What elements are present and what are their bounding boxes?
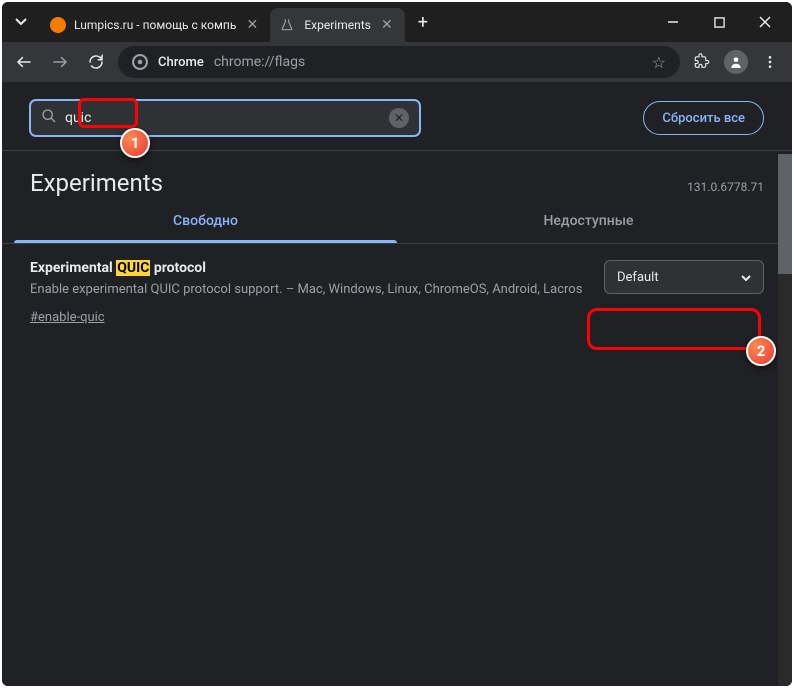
flag-link[interactable]: #enable-quic — [30, 310, 105, 325]
page-title: Experiments — [30, 169, 163, 197]
title-bar: Lumpics.ru - помощь с компь ✕ Experiment… — [2, 2, 792, 42]
maximize-button[interactable] — [696, 2, 742, 42]
address-actions: ☆ — [652, 53, 666, 72]
browser-window: Lumpics.ru - помощь с компь ✕ Experiment… — [2, 2, 792, 686]
scrollbar-thumb[interactable] — [778, 154, 792, 274]
flag-title: Experimental QUIC protocol — [30, 260, 584, 276]
scrollbar[interactable] — [778, 154, 792, 686]
back-button[interactable] — [10, 48, 38, 76]
url-scheme-label: Chrome — [158, 55, 204, 70]
forward-button[interactable] — [46, 48, 74, 76]
extensions-button[interactable] — [688, 48, 716, 76]
chrome-version: 131.0.6778.71 — [687, 180, 764, 194]
profile-button[interactable] — [724, 50, 748, 74]
chevron-down-icon — [741, 271, 751, 284]
browser-toolbar: Chrome chrome://flags ☆ — [2, 42, 792, 82]
annotation-badge-1: 1 — [120, 128, 150, 158]
tab-title: Experiments — [304, 18, 371, 32]
close-tab-icon[interactable]: ✕ — [244, 17, 260, 33]
reset-all-button[interactable]: Сбросить все — [643, 101, 764, 135]
flask-icon — [280, 17, 296, 33]
window-controls — [650, 2, 788, 42]
address-bar[interactable]: Chrome chrome://flags ☆ — [118, 46, 680, 78]
tab-unavailable[interactable]: Недоступные — [397, 199, 780, 243]
clear-search-icon[interactable]: ✕ — [389, 108, 409, 128]
chrome-icon — [132, 54, 148, 70]
tab-search-dropdown[interactable] — [6, 7, 36, 37]
flag-description: Enable experimental QUIC protocol suppor… — [30, 280, 584, 300]
tab-title: Lumpics.ru - помощь с компь — [74, 18, 236, 32]
favicon-icon — [50, 17, 66, 33]
new-tab-button[interactable]: + — [409, 8, 437, 36]
close-window-button[interactable] — [742, 2, 788, 42]
flag-select[interactable]: Default — [604, 260, 764, 294]
browser-tab-2[interactable]: Experiments ✕ — [270, 8, 405, 42]
flag-text-block: Experimental QUIC protocol Enable experi… — [30, 260, 584, 325]
select-value: Default — [617, 270, 659, 285]
minimize-button[interactable] — [650, 2, 696, 42]
flag-item: Experimental QUIC protocol Enable experi… — [2, 243, 792, 341]
bookmark-icon[interactable]: ☆ — [652, 53, 666, 72]
page-content: ✕ Сбросить все Experiments 131.0.6778.71… — [2, 82, 792, 686]
tab-available[interactable]: Свободно — [14, 199, 397, 243]
menu-button[interactable] — [756, 48, 784, 76]
browser-tab-1[interactable]: Lumpics.ru - помощь с компь ✕ — [40, 8, 270, 42]
flags-tabs: Свободно Недоступные — [2, 199, 792, 243]
url-text: chrome://flags — [214, 54, 305, 70]
flags-search-box[interactable]: ✕ — [30, 100, 420, 136]
reload-button[interactable] — [82, 48, 110, 76]
annotation-badge-2: 2 — [746, 336, 776, 366]
search-icon — [41, 108, 57, 128]
close-tab-icon[interactable]: ✕ — [379, 17, 395, 33]
page-header: Experiments 131.0.6778.71 — [2, 151, 792, 199]
search-input[interactable] — [65, 110, 381, 126]
